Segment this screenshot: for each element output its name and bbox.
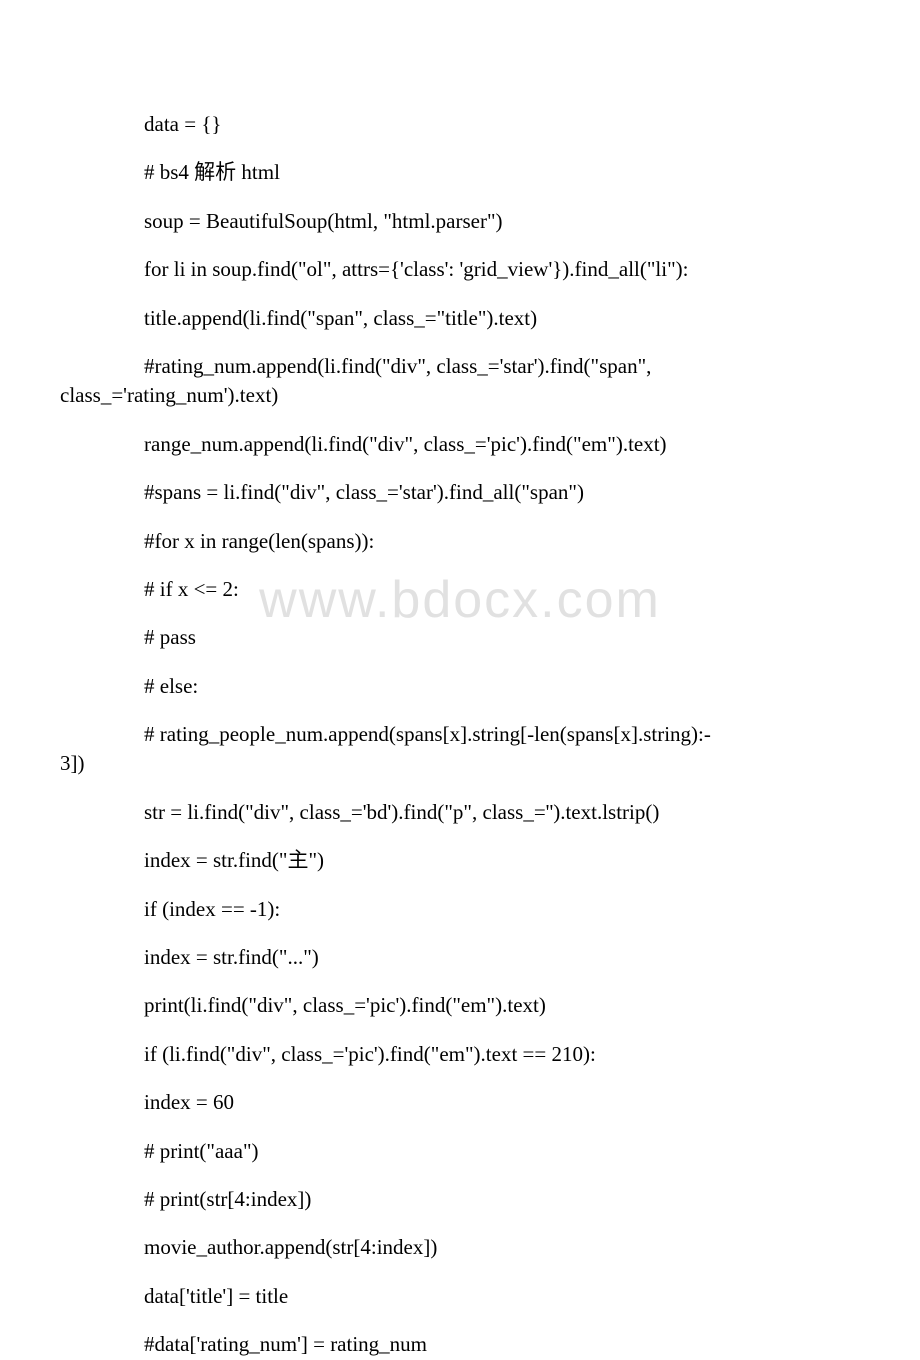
code-line: #data['rating_num'] = rating_num: [60, 1330, 860, 1359]
code-line: index = 60: [60, 1088, 860, 1117]
code-line: # else:: [60, 672, 860, 701]
code-line: movie_author.append(str[4:index]): [60, 1233, 860, 1262]
code-line: # print(str[4:index]): [60, 1185, 860, 1214]
code-line: index = str.find("主"): [60, 846, 860, 875]
code-line: #rating_num.append(li.find("div", class_…: [60, 352, 860, 411]
code-line: range_num.append(li.find("div", class_='…: [60, 430, 860, 459]
code-line: data['title'] = title: [60, 1282, 860, 1311]
code-content: data = {} # bs4 解析 html soup = Beautiful…: [60, 110, 860, 1360]
code-line: # pass: [60, 623, 860, 652]
code-line: title.append(li.find("span", class_="tit…: [60, 304, 860, 333]
code-line: #for x in range(len(spans)):: [60, 527, 860, 556]
code-line: data = {}: [60, 110, 860, 139]
code-line: index = str.find("..."): [60, 943, 860, 972]
code-line: # print("aaa"): [60, 1137, 860, 1166]
code-line: soup = BeautifulSoup(html, "html.parser"…: [60, 207, 860, 236]
code-line: print(li.find("div", class_='pic').find(…: [60, 991, 860, 1020]
code-line: # bs4 解析 html: [60, 158, 860, 187]
code-line: #spans = li.find("div", class_='star').f…: [60, 478, 860, 507]
code-line: if (index == -1):: [60, 895, 860, 924]
code-line: # if x <= 2:: [60, 575, 860, 604]
code-line: if (li.find("div", class_='pic').find("e…: [60, 1040, 860, 1069]
code-line: # rating_people_num.append(spans[x].stri…: [60, 720, 860, 779]
code-line: for li in soup.find("ol", attrs={'class'…: [60, 255, 860, 284]
code-line: str = li.find("div", class_='bd').find("…: [60, 798, 860, 827]
